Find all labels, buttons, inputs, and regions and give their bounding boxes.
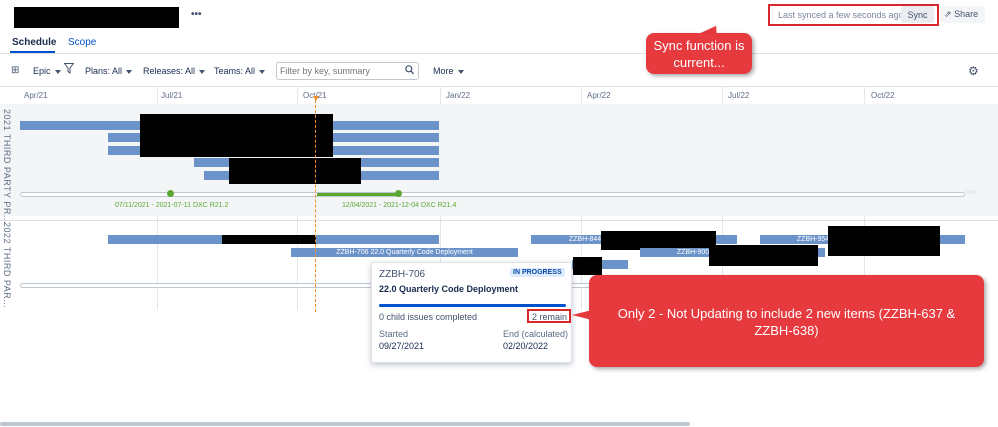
- plans-label: Plans: All: [85, 66, 123, 76]
- chevron-down-icon: [259, 69, 266, 74]
- horizontal-scrollbar[interactable]: [0, 422, 690, 426]
- swimlane-divider: [0, 220, 998, 221]
- filter-icon[interactable]: [63, 63, 75, 77]
- redacted-bar-labels: [229, 158, 361, 184]
- update-callout-text: Only 2 - Not Updating to include 2 new i…: [617, 306, 956, 338]
- share-button[interactable]: ⇗ Share: [940, 6, 985, 23]
- remain-highlight-box: [527, 309, 571, 323]
- started-value: 09/27/2021: [379, 341, 425, 351]
- bar-label: ZZBH-706 22.0 Quarterly Code Deployment: [336, 249, 473, 256]
- popover-issue-key[interactable]: ZZBH-706: [379, 269, 425, 280]
- gear-icon[interactable]: ⚙: [968, 64, 979, 78]
- redacted-bar-labels: [222, 235, 316, 244]
- release-label: 07/11/2021 - 2021-07-11 DXC R21.2: [115, 202, 229, 209]
- tabs-divider: [0, 53, 998, 54]
- filter-search-box[interactable]: [276, 62, 419, 80]
- more-actions-icon[interactable]: •••: [191, 9, 202, 20]
- teams-label: Teams: All: [214, 66, 256, 76]
- release-track: [20, 192, 965, 197]
- tab-schedule[interactable]: Schedule: [12, 37, 56, 48]
- bar-label: ZZBH-954: [796, 236, 830, 243]
- end-label: End (calculated): [503, 329, 569, 339]
- release-span: [317, 193, 398, 196]
- sync-callout-text: Sync function is current...: [653, 38, 745, 70]
- chevron-down-icon: [54, 69, 61, 74]
- sync-highlight-box: [768, 4, 939, 26]
- update-callout: Only 2 - Not Updating to include 2 new i…: [589, 275, 984, 367]
- tab-schedule-label: Schedule: [12, 37, 57, 48]
- started-label: Started: [379, 329, 409, 339]
- today-marker: [313, 96, 319, 101]
- tick-label: Apr/22: [587, 91, 611, 100]
- popover-issue-title: 22.0 Quarterly Code Deployment: [379, 284, 519, 294]
- hierarchy-icon[interactable]: ⊞: [11, 65, 19, 76]
- release-track-end: ○○○: [965, 189, 978, 196]
- redacted-bar-labels: [573, 257, 602, 275]
- more-label: More: [433, 66, 454, 76]
- child-issues-text: 0 child issues completed: [379, 312, 478, 322]
- tab-scope-label: Scope: [68, 37, 97, 48]
- swimlane-2022-label: 2022 THIRD PAR...: [2, 222, 12, 309]
- bar-label: ZZBH-900: [676, 249, 710, 256]
- redacted-bar-labels: [828, 226, 940, 256]
- hierarchy-label: Epic: [33, 66, 51, 76]
- chevron-down-icon: [199, 69, 206, 74]
- end-value: 02/20/2022: [503, 341, 549, 351]
- redacted-bar-labels: [709, 245, 818, 266]
- tick-label: Apr/21: [24, 91, 48, 100]
- swimlane-2021-label: 2021 THIRD PARTY PR...: [2, 109, 12, 224]
- plans-dropdown[interactable]: Plans: All: [85, 66, 133, 76]
- search-icon: [405, 65, 414, 78]
- share-icon: ⇗: [944, 9, 952, 19]
- tick-label: Jan/22: [446, 91, 471, 100]
- progress-fill: [379, 304, 566, 307]
- releases-dropdown[interactable]: Releases: All: [143, 66, 206, 76]
- share-label: Share: [954, 9, 979, 19]
- release-label: 12/04/2021 - 2021-12-04 DXC R21.4: [342, 202, 457, 209]
- tick-label: Oct/22: [871, 91, 895, 100]
- tick-label: Jul/21: [161, 91, 183, 100]
- more-dropdown[interactable]: More: [433, 66, 464, 76]
- release-marker[interactable]: [395, 190, 402, 197]
- tick-label: Jul/22: [728, 91, 750, 100]
- sync-callout: Sync function is current...: [646, 33, 752, 74]
- releases-label: Releases: All: [143, 66, 196, 76]
- redacted-plan-title: [14, 7, 179, 28]
- redacted-bar-labels: [140, 114, 333, 157]
- filter-search-input[interactable]: [280, 65, 398, 77]
- hierarchy-dropdown[interactable]: Epic: [33, 66, 61, 76]
- progress-bar: [379, 304, 566, 307]
- today-line: [315, 100, 316, 312]
- status-badge: IN PROGRESS: [510, 268, 565, 277]
- chevron-down-icon: [457, 69, 464, 74]
- teams-dropdown[interactable]: Teams: All: [214, 66, 266, 76]
- chevron-down-icon: [126, 69, 133, 74]
- timeline-header-divider: [0, 86, 998, 87]
- bar-label: ZZBH-844: [568, 236, 602, 243]
- release-marker[interactable]: [167, 190, 174, 197]
- tab-scope[interactable]: Scope: [68, 37, 96, 48]
